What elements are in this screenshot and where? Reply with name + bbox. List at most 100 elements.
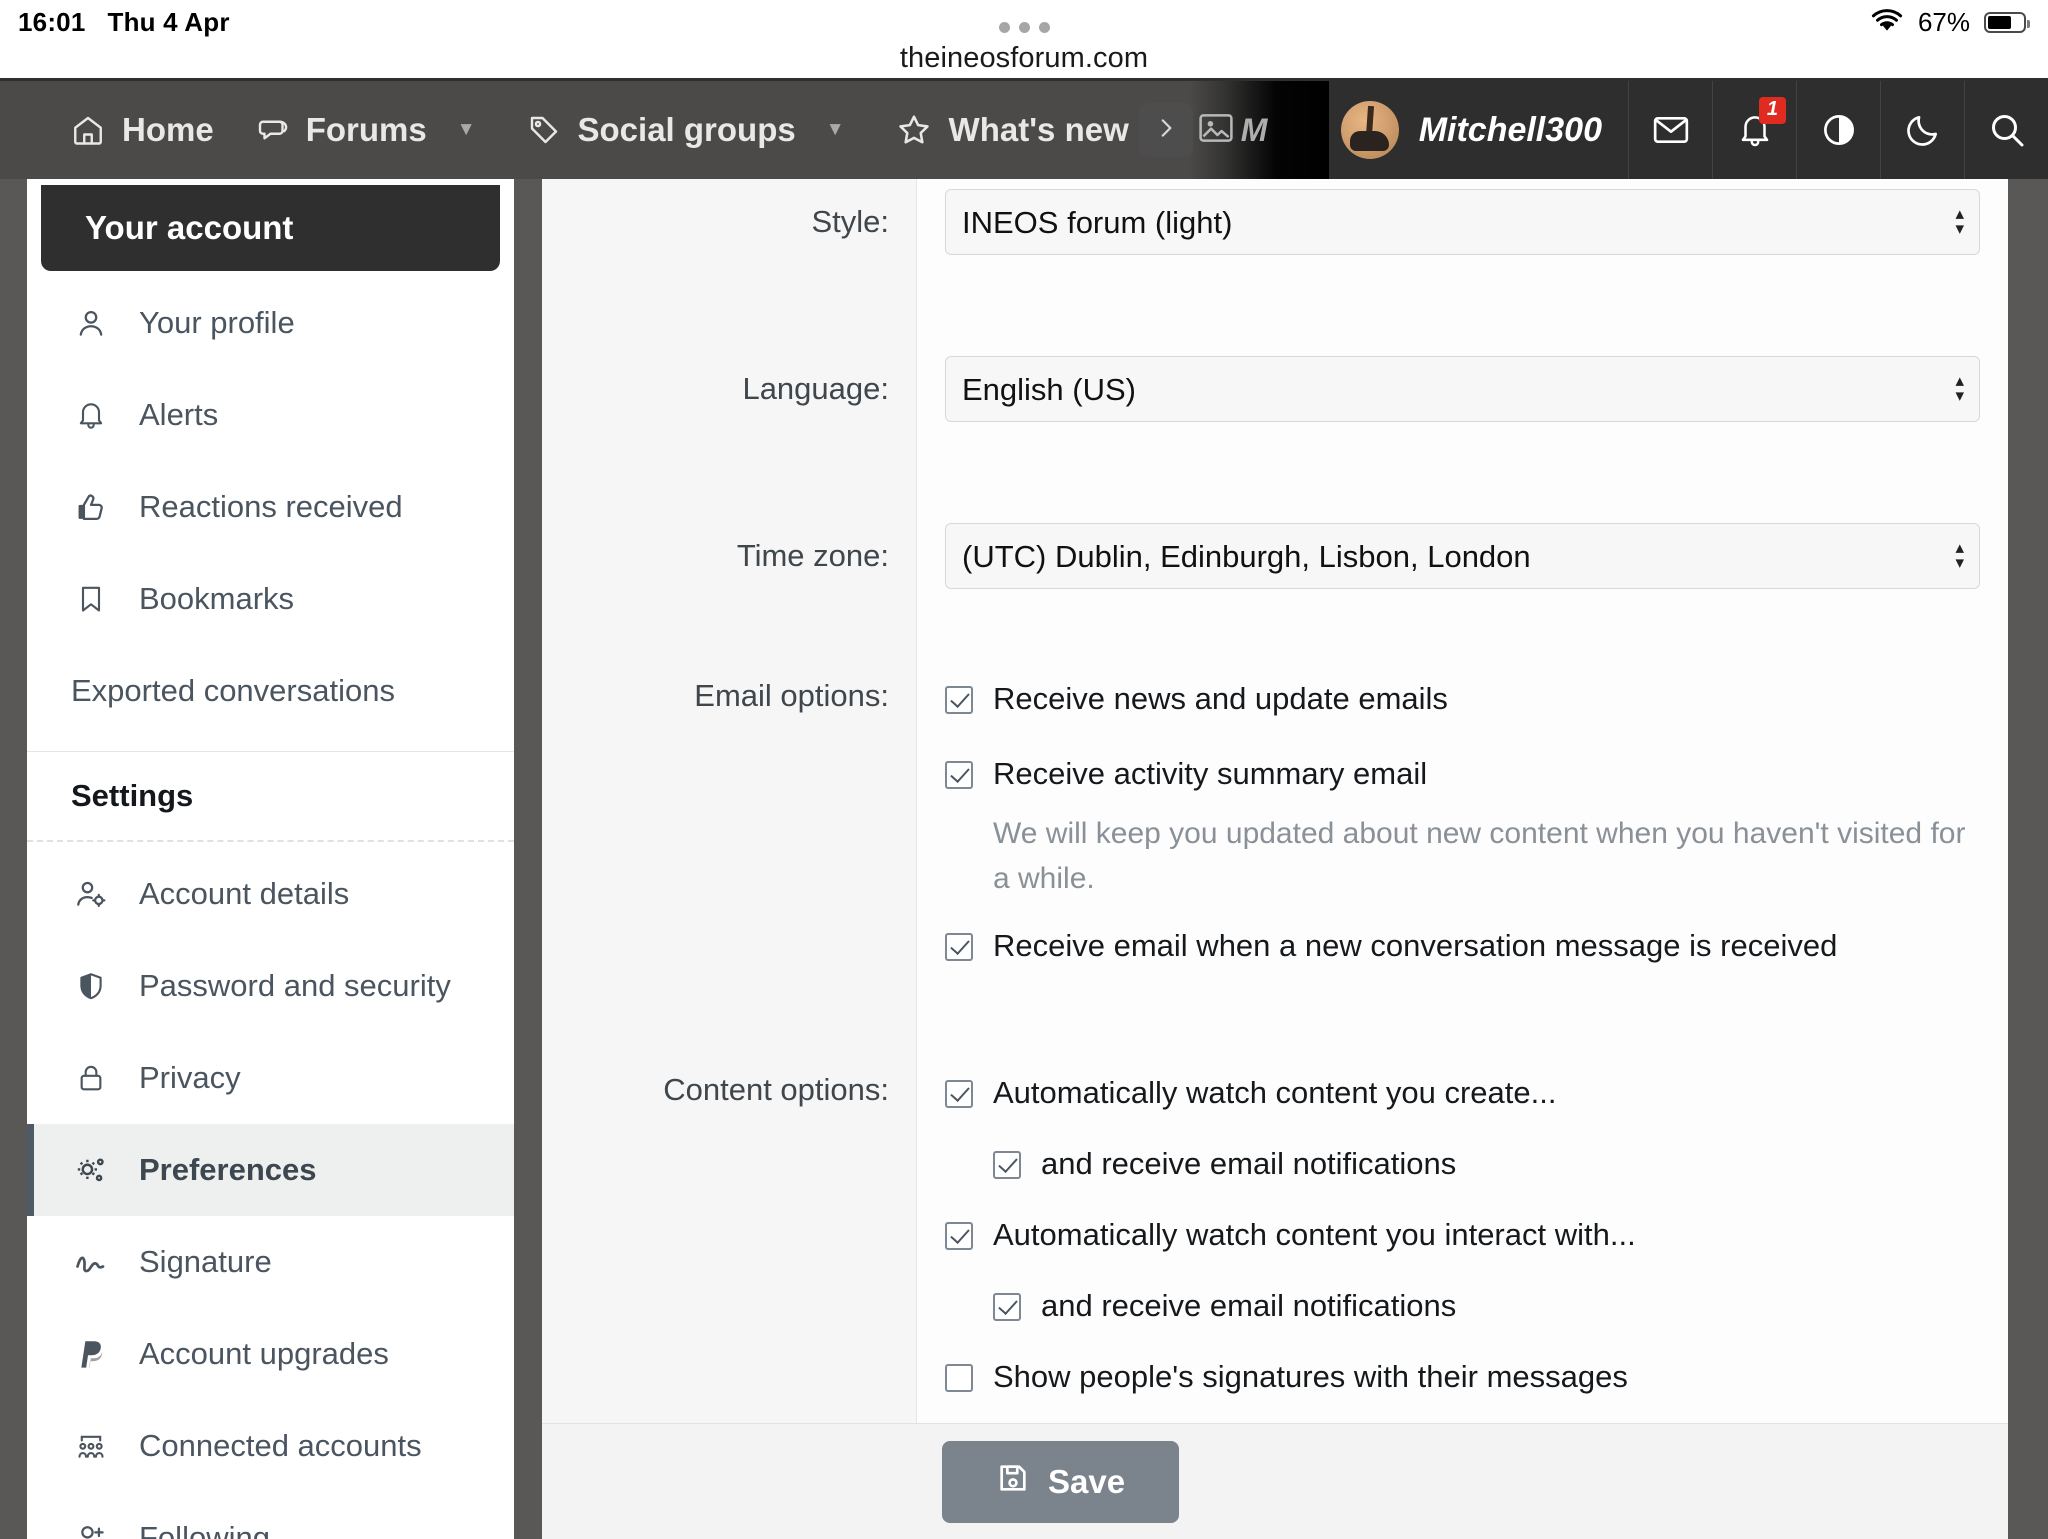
checkbox-line[interactable]: Receive email when a new conversation me…: [945, 924, 1980, 969]
checkbox-label: Show people's signatures with their mess…: [993, 1358, 1628, 1394]
status-date: Thu 4 Apr: [107, 6, 230, 37]
sidebar-label-preferences: Preferences: [139, 1152, 317, 1187]
sidebar-label-alerts: Alerts: [139, 397, 219, 432]
search-button[interactable]: [1964, 81, 2048, 179]
value-style: INEOS forum (light): [917, 189, 2008, 255]
ipad-status-bar: 16:01 Thu 4 Apr 67%: [0, 0, 2048, 44]
person-gear-icon: [71, 877, 111, 911]
checkbox-conversation-email[interactable]: [945, 933, 973, 962]
web-page-frame: Home Forums ▼ Social groups ▼ What's new…: [0, 78, 2048, 1539]
paypal-icon: [71, 1337, 111, 1371]
value-language: English (US): [917, 356, 2008, 422]
checkbox-line[interactable]: and receive email notifications: [993, 1142, 1980, 1187]
sidebar-item-bookmarks[interactable]: Bookmarks: [27, 553, 514, 645]
sidebar-item-following[interactable]: Following: [27, 1492, 514, 1539]
sidebar-item-alerts[interactable]: Alerts: [27, 369, 514, 461]
checkbox-label: Receive news and update emails: [993, 681, 1448, 716]
checkbox-line[interactable]: Receive news and update emails: [945, 677, 1980, 722]
style-select-wrap[interactable]: INEOS forum (light): [945, 189, 1980, 255]
wifi-icon: [1870, 7, 1904, 38]
sidebar-item-signature[interactable]: Signature: [27, 1216, 514, 1308]
style-select[interactable]: INEOS forum (light): [945, 189, 1980, 255]
sidebar-label-following: Following: [139, 1520, 270, 1539]
home-icon: [70, 112, 106, 148]
checkbox-show-signatures[interactable]: [945, 1363, 973, 1392]
page-body: Your account Your profile Alerts Reactio…: [0, 179, 2048, 1539]
nav-item-home[interactable]: Home: [50, 81, 234, 179]
checkbox-line[interactable]: Automatically watch content you create..…: [945, 1071, 1980, 1116]
overlay-ghost-text: M: [1240, 111, 1268, 148]
sidebar-settings-header: Settings: [71, 778, 194, 813]
nav-item-whats-new[interactable]: What's new: [875, 81, 1149, 179]
sidebar-item-account-details[interactable]: Account details: [27, 848, 514, 940]
save-button[interactable]: Save: [942, 1440, 1180, 1523]
signature-icon: [71, 1244, 111, 1280]
checkbox-watch-interacted[interactable]: [945, 1221, 973, 1250]
value-timezone: (UTC) Dublin, Edinburgh, Lisbon, London: [917, 523, 2008, 589]
alerts-button[interactable]: 1: [1712, 81, 1796, 179]
sidebar-label-your-profile: Your profile: [139, 305, 295, 340]
checkbox-label: and receive email notifications: [1041, 1287, 1457, 1323]
person-icon: [71, 306, 111, 340]
save-button-label: Save: [1048, 1462, 1126, 1500]
checkbox-watch-created-email[interactable]: [993, 1150, 1021, 1179]
label-language: Language:: [742, 371, 889, 406]
battery-icon: [1984, 11, 2030, 33]
sidebar-label-reactions-received: Reactions received: [139, 489, 403, 524]
nav-item-social-groups[interactable]: Social groups: [506, 81, 816, 179]
forward-button[interactable]: [1138, 103, 1193, 157]
sidebar-label-account-details: Account details: [139, 876, 350, 911]
connected-accounts-icon: [71, 1429, 111, 1463]
nav-label-whats-new: What's new: [948, 111, 1129, 148]
alerts-badge: 1: [1758, 97, 1786, 124]
sidebar-item-your-profile[interactable]: Your profile: [27, 277, 514, 369]
checkbox-line[interactable]: Show people's signatures with their mess…: [945, 1355, 1980, 1400]
checkbox-line[interactable]: and receive email notifications: [993, 1284, 1980, 1329]
nav-item-forums[interactable]: Forums: [234, 81, 447, 179]
bell-icon: [71, 399, 111, 431]
checkbox-line[interactable]: Automatically watch content you interact…: [945, 1213, 1980, 1258]
person-plus-icon: [71, 1521, 111, 1539]
sidebar-item-reactions-received[interactable]: Reactions received: [27, 461, 514, 553]
timezone-select[interactable]: (UTC) Dublin, Edinburgh, Lisbon, London: [945, 523, 1980, 589]
inbox-button[interactable]: [1628, 81, 1712, 179]
sidebar-item-privacy[interactable]: Privacy: [27, 1032, 514, 1124]
account-sidebar: Your account Your profile Alerts Reactio…: [27, 179, 514, 1539]
sidebar-label-privacy: Privacy: [139, 1060, 241, 1095]
timezone-select-wrap[interactable]: (UTC) Dublin, Edinburgh, Lisbon, London: [945, 523, 1980, 589]
email-options-hint: We will keep you updated about new conte…: [993, 816, 1966, 896]
checkbox-receive-news[interactable]: [945, 686, 973, 714]
sidebar-label-exported-conversations: Exported conversations: [71, 673, 395, 708]
status-right: 67%: [1870, 0, 2030, 44]
bookmark-icon: [71, 583, 111, 615]
dark-mode-button[interactable]: [1880, 81, 1964, 179]
nav-label-forums: Forums: [305, 111, 427, 148]
language-select-wrap[interactable]: English (US): [945, 356, 1980, 422]
forum-top-nav: Home Forums ▼ Social groups ▼ What's new…: [0, 81, 2048, 179]
star-icon: [895, 111, 933, 149]
sidebar-account-header: Your account: [41, 185, 500, 271]
url-text[interactable]: theineosforum.com: [900, 42, 1148, 75]
checkbox-line[interactable]: Receive activity summary email: [945, 752, 1980, 797]
checkbox-watch-created[interactable]: [945, 1080, 973, 1108]
nav-caret-social-groups[interactable]: ▼: [816, 81, 875, 179]
contrast-toggle-button[interactable]: [1796, 81, 1880, 179]
form-footer: Save: [542, 1423, 2008, 1539]
label-email-options: Email options:: [694, 678, 889, 713]
sidebar-item-account-upgrades[interactable]: Account upgrades: [27, 1308, 514, 1400]
sidebar-label-password-and-security: Password and security: [139, 968, 451, 1003]
label-timezone: Time zone:: [736, 538, 889, 573]
sidebar-item-password-and-security[interactable]: Password and security: [27, 940, 514, 1032]
sidebar-item-preferences[interactable]: Preferences: [27, 1124, 514, 1216]
language-select[interactable]: English (US): [945, 356, 1980, 422]
nav-items: Home Forums ▼ Social groups ▼ What's new: [50, 81, 1208, 179]
sidebar-account-list: Your profile Alerts Reactions received B…: [27, 271, 514, 737]
checkbox-watch-interacted-email[interactable]: [993, 1292, 1021, 1321]
status-left: 16:01 Thu 4 Apr: [18, 7, 230, 38]
checkbox-activity-summary[interactable]: [945, 760, 973, 789]
sidebar-item-exported-conversations[interactable]: Exported conversations: [27, 645, 514, 737]
user-menu-button[interactable]: M Mitchell300: [1138, 81, 1628, 179]
nav-caret-forums[interactable]: ▼: [447, 81, 506, 179]
sidebar-item-connected-accounts[interactable]: Connected accounts: [27, 1400, 514, 1492]
checkbox-label: Receive email when a new conversation me…: [993, 928, 1838, 964]
